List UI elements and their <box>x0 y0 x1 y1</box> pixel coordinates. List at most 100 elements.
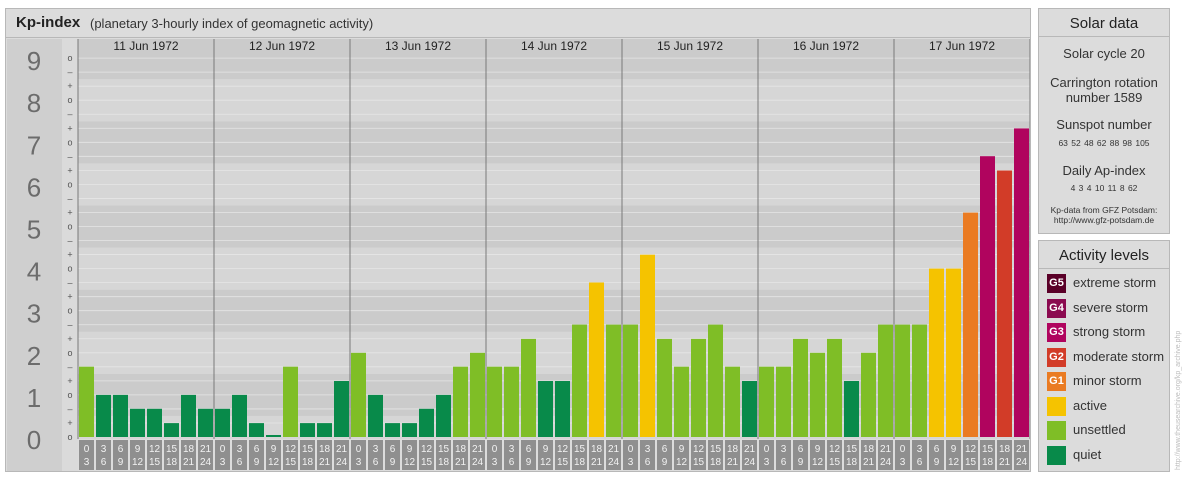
interval-end-label: 9 <box>798 457 804 468</box>
legend-label: unsettled <box>1073 422 1126 437</box>
interval-end-label: 15 <box>557 457 569 468</box>
kp-bar <box>793 338 808 437</box>
kp-bar <box>402 423 417 437</box>
interval-start-label: 21 <box>744 444 756 455</box>
legend-item-strong-storm: G3 strong storm <box>1047 323 1169 343</box>
y-tick-label: 1 <box>27 383 41 413</box>
activity-levels-title: Activity levels <box>1039 241 1169 269</box>
interval-end-label: 18 <box>846 457 858 468</box>
interval-start-label: 6 <box>798 444 804 455</box>
legend-label: minor storm <box>1073 373 1142 388</box>
interval-start-label: 15 <box>846 444 858 455</box>
minor-tick-label: – <box>67 193 72 203</box>
interval-end-label: 24 <box>472 457 484 468</box>
interval-end-label: 15 <box>965 457 977 468</box>
solar-data-title: Solar data <box>1039 9 1169 37</box>
interval-start-label: 3 <box>917 444 923 455</box>
kp-bar <box>249 423 264 437</box>
minor-tick-label: – <box>67 278 72 288</box>
minor-tick-label: o <box>67 95 72 105</box>
kp-bar <box>283 366 298 437</box>
interval-start-label: 18 <box>183 444 195 455</box>
kp-bar <box>810 352 825 437</box>
kp-bar <box>538 381 553 437</box>
legend-item-moderate-storm: G2 moderate storm <box>1047 347 1169 368</box>
interval-end-label: 9 <box>934 457 940 468</box>
kp-bar <box>844 381 859 437</box>
kp-bar <box>657 338 672 437</box>
kp-bar <box>674 366 689 437</box>
kp-bar <box>351 352 366 437</box>
kp-bar <box>759 366 774 437</box>
minor-tick-label: + <box>67 165 72 175</box>
legend-label: moderate storm <box>1073 348 1165 364</box>
interval-start-label: 15 <box>166 444 178 455</box>
kp-bar <box>827 338 842 437</box>
legend-item-active: active <box>1047 396 1169 417</box>
kp-bar <box>487 366 502 437</box>
interval-start-label: 21 <box>472 444 484 455</box>
kp-bar <box>708 324 723 437</box>
interval-end-label: 3 <box>84 457 90 468</box>
kp-bar <box>181 394 196 437</box>
legend-label: extreme storm <box>1073 275 1157 290</box>
interval-start-label: 15 <box>302 444 314 455</box>
kp-bar <box>113 394 128 437</box>
minor-tick-label: + <box>67 292 72 302</box>
kp-bar <box>504 366 519 437</box>
day-label: 17 Jun 1972 <box>929 39 995 53</box>
legend-label: active <box>1073 397 1107 413</box>
legend-label: strong storm <box>1073 324 1146 339</box>
legend-swatch: G5 <box>1047 274 1066 293</box>
kp-bar <box>453 366 468 437</box>
interval-start-label: 18 <box>863 444 875 455</box>
y-tick-label: 5 <box>27 215 41 245</box>
kp-bar <box>130 408 145 437</box>
interval-start-label: 15 <box>574 444 586 455</box>
kp-bar <box>606 324 621 437</box>
kp-bar <box>963 212 978 437</box>
minor-tick-label: o <box>67 390 72 400</box>
interval-start-label: 9 <box>951 444 957 455</box>
interval-start-label: 0 <box>900 444 906 455</box>
minor-tick-label: – <box>67 404 72 414</box>
kp-bar <box>725 366 740 437</box>
interval-start-label: 3 <box>645 444 651 455</box>
interval-start-label: 9 <box>407 444 413 455</box>
legend-swatch <box>1047 445 1066 465</box>
interval-start-label: 18 <box>455 444 467 455</box>
interval-end-label: 3 <box>628 457 634 468</box>
kp-bar <box>878 324 893 437</box>
interval-end-label: 24 <box>880 457 892 468</box>
kp-chart: 0123456789o+–o+–o+–o+–o+–o+–o+–o+–o+–o11… <box>7 39 1030 471</box>
activity-levels-panel: Activity levels G5 extreme storm G4 severe … <box>1038 240 1170 472</box>
interval-start-label: 9 <box>679 444 685 455</box>
interval-start-label: 15 <box>710 444 722 455</box>
interval-start-label: 18 <box>319 444 331 455</box>
kp-bar <box>589 282 604 437</box>
kp-bar <box>147 408 162 437</box>
interval-start-label: 3 <box>373 444 379 455</box>
interval-start-label: 9 <box>543 444 549 455</box>
kp-bar <box>912 324 927 437</box>
interval-end-label: 3 <box>220 457 226 468</box>
kp-bar <box>300 423 315 437</box>
minor-tick-label: o <box>67 222 72 232</box>
kp-bar <box>623 324 638 437</box>
interval-start-label: 3 <box>509 444 515 455</box>
minor-tick-label: – <box>67 67 72 77</box>
interval-start-label: 21 <box>1016 444 1028 455</box>
interval-start-label: 15 <box>982 444 994 455</box>
interval-end-label: 6 <box>645 457 651 468</box>
interval-end-label: 15 <box>421 457 433 468</box>
interval-end-label: 21 <box>183 457 195 468</box>
interval-start-label: 21 <box>608 444 620 455</box>
interval-start-label: 21 <box>336 444 348 455</box>
kp-bar <box>572 324 587 437</box>
day-label: 13 Jun 1972 <box>385 39 451 53</box>
interval-start-label: 0 <box>84 444 90 455</box>
interval-start-label: 15 <box>438 444 450 455</box>
source-link[interactable]: http://www.gfz-potsdam.de <box>1039 215 1169 225</box>
interval-start-label: 12 <box>965 444 977 455</box>
interval-start-label: 9 <box>271 444 277 455</box>
